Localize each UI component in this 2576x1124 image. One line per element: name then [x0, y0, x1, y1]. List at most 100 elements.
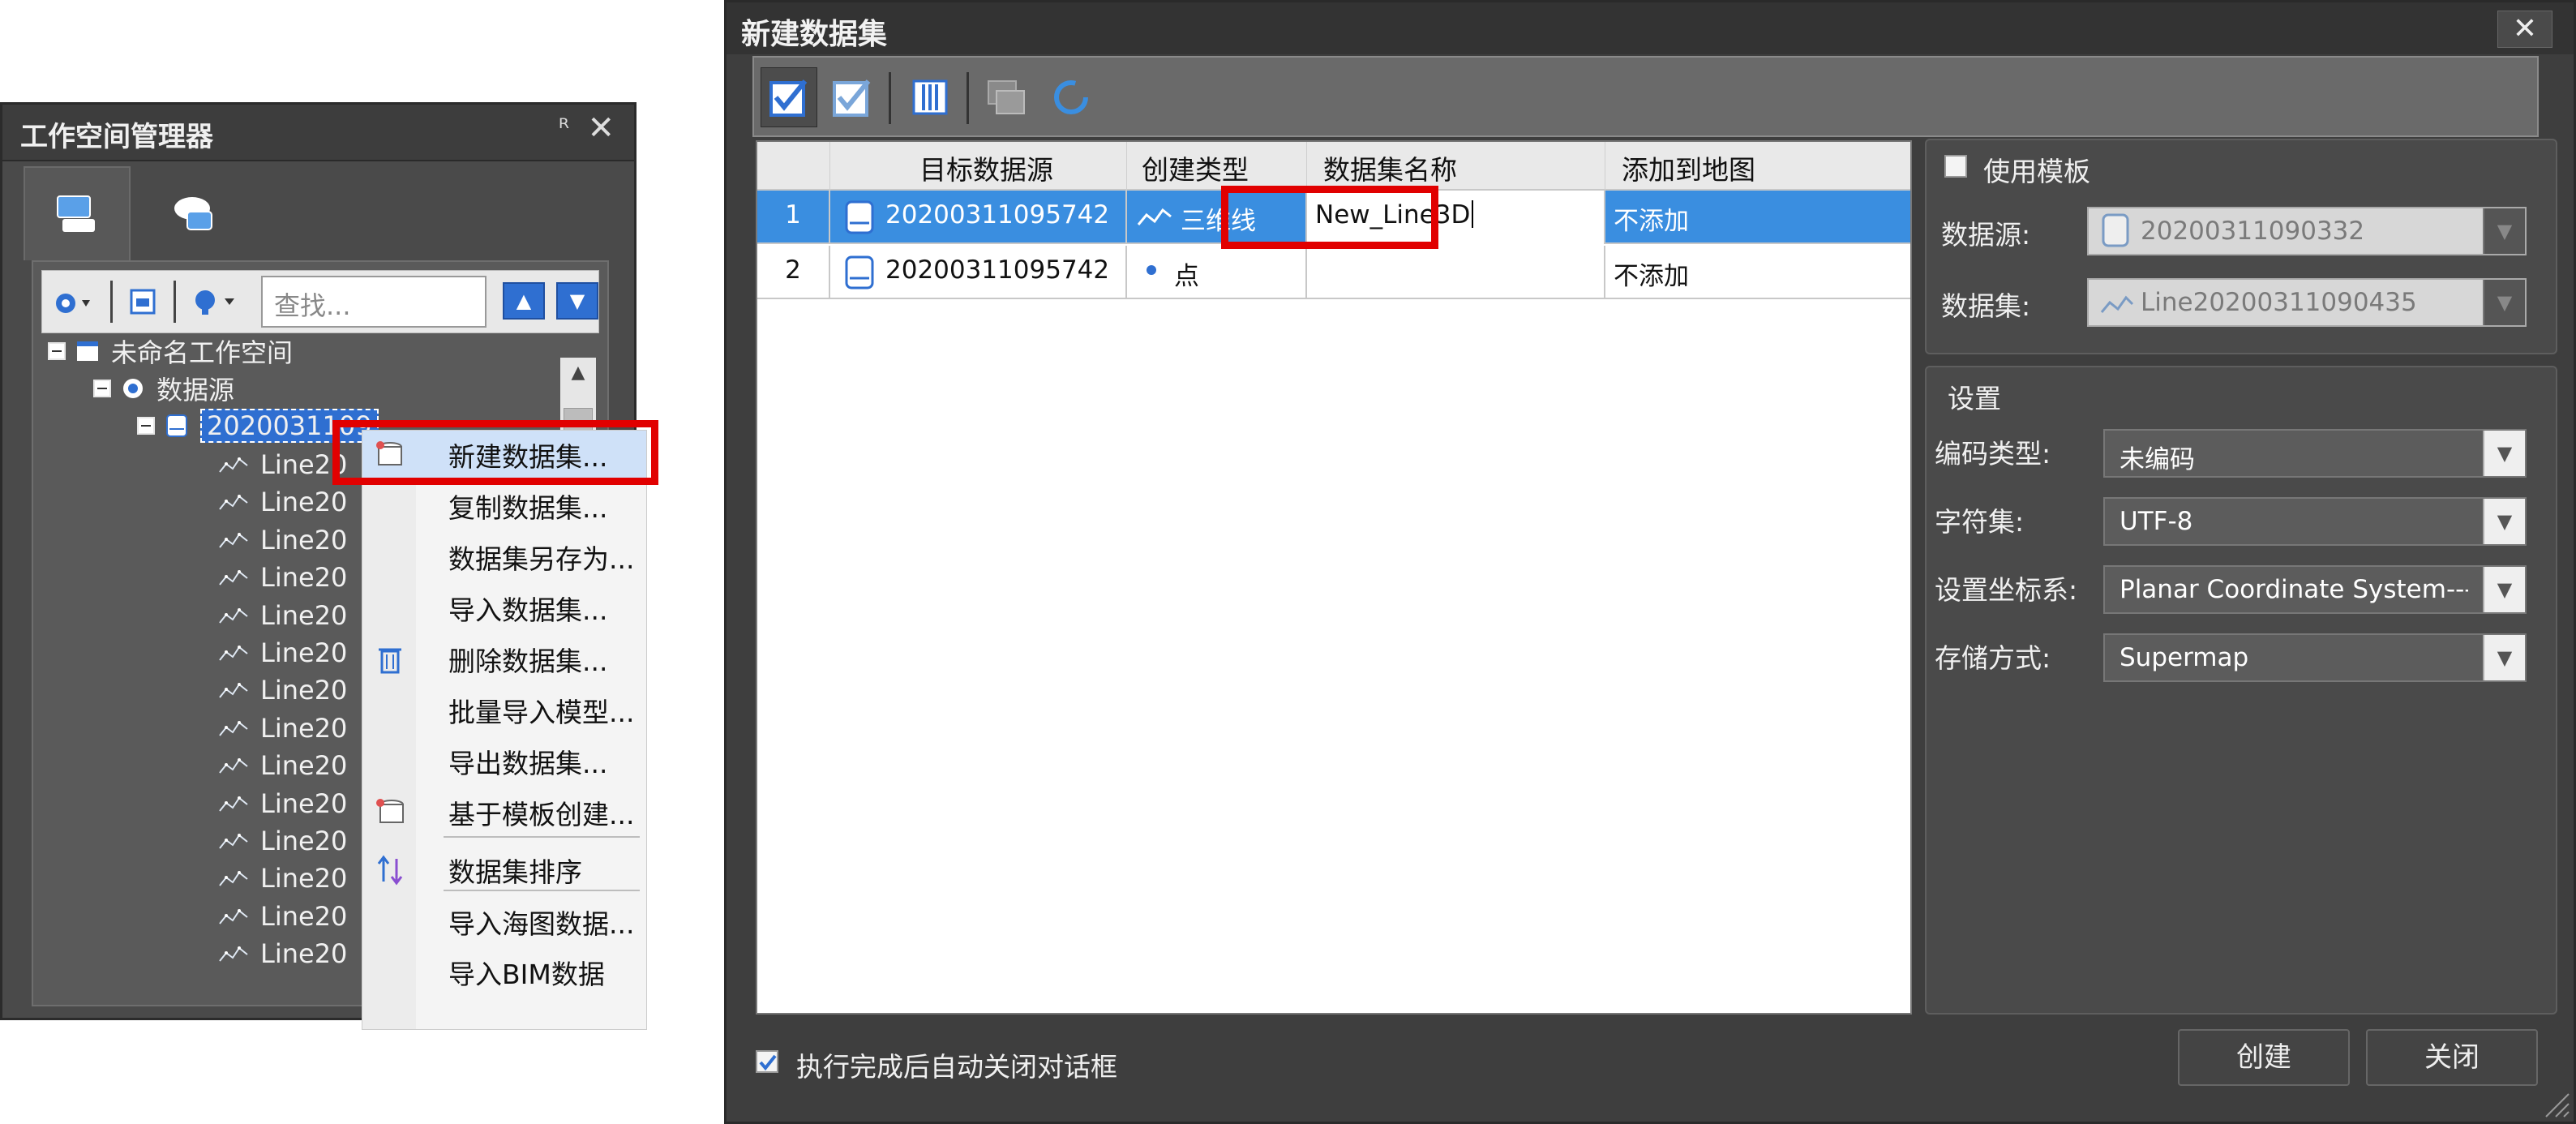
tree-node-label: Line20 [260, 826, 348, 856]
context-menu-item[interactable]: 批量导入模型... [362, 686, 646, 735]
chevron-down-icon[interactable]: ▼ [2483, 567, 2525, 612]
template-datasource-select[interactable]: 20200311090332 ▼ [2087, 207, 2527, 255]
refresh-button[interactable] [1043, 67, 1099, 127]
open-dropdown-icon[interactable] [50, 282, 96, 321]
context-menu-item[interactable]: 数据集排序 [362, 846, 646, 894]
row-add-to-map-cell[interactable]: 不添加 [1605, 191, 1910, 244]
tree-node-dataset[interactable]: Line20 [218, 672, 347, 708]
line3d-icon [1137, 208, 1172, 225]
grid-header-type[interactable]: 创建类型 [1127, 142, 1307, 191]
chevron-down-icon[interactable]: ▼ [2483, 635, 2525, 680]
row-add-to-map: 不添加 [1614, 207, 1689, 236]
locate-dropdown-icon[interactable] [186, 282, 243, 321]
tree-node-dataset[interactable]: Line20 [218, 786, 347, 822]
search-up-button[interactable]: ▲ [503, 282, 545, 320]
context-menu-item[interactable]: 导入数据集... [362, 584, 646, 633]
line-dataset-icon [219, 495, 248, 511]
storage-label: 存储方式: [1935, 642, 2051, 674]
line-dataset-icon [2100, 295, 2134, 313]
tree-node-label: Line20 [260, 637, 348, 668]
invert-select-button[interactable] [824, 67, 881, 127]
tree-node-dataset[interactable]: Line20 [218, 447, 347, 483]
charset-value: UTF-8 [2120, 507, 2193, 536]
column-settings-button[interactable] [902, 67, 958, 127]
tree-node-dataset[interactable]: Line20 [218, 484, 347, 520]
close-icon[interactable]: ✕ [587, 109, 615, 147]
context-menu-item[interactable]: 删除数据集... [362, 635, 646, 684]
context-menu-item-label: 数据集排序 [448, 856, 582, 888]
dataset-name-input[interactable] [1307, 246, 1605, 299]
row-datasource-cell[interactable]: 20200311095742 [830, 191, 1127, 244]
table-row[interactable]: 2 20200311095742 点 不添加 [757, 246, 1910, 299]
tree-node-label: Line20 [260, 599, 348, 631]
tree-node-dataset[interactable]: Line20 [218, 598, 347, 633]
create-button[interactable]: 创建 [2178, 1029, 2350, 1086]
search-down-button[interactable]: ▼ [556, 282, 598, 320]
use-template-checkbox[interactable] [1944, 155, 1967, 178]
tree-node-dataset[interactable]: Line20 [218, 899, 347, 934]
context-menu-item[interactable]: 导入BIM数据 [362, 948, 646, 997]
encoding-select[interactable]: 未编码 ▼ [2103, 429, 2527, 478]
tree-node-dataset[interactable]: Line20 [218, 860, 347, 896]
context-menu-item[interactable]: 数据集另存为... [362, 533, 646, 581]
delete-rows-icon [988, 80, 1025, 114]
pin-icon[interactable]: ᴿ [559, 114, 569, 143]
settings-group: 设置 编码类型: 未编码 ▼ 字符集: UTF-8 ▼ 设置坐标系: Plana… [1925, 366, 2557, 1015]
resize-grip-icon[interactable] [2541, 1089, 2570, 1118]
row-add-to-map-cell[interactable]: 不添加 [1605, 246, 1910, 299]
dialog-titlebar: 新建数据集 ✕ [727, 2, 2574, 54]
tree-node-label: Line20 [260, 562, 348, 594]
import-icon[interactable] [123, 282, 162, 321]
search-input[interactable]: 查找... [261, 276, 486, 328]
tree-node-dataset[interactable]: Line20 [218, 522, 347, 558]
tree-node-dataset[interactable]: Line20 [218, 560, 347, 595]
template-dataset-icon [374, 796, 406, 829]
collapse-icon[interactable] [48, 342, 66, 360]
row-datasource: 20200311095742 [885, 200, 1110, 230]
charset-select[interactable]: UTF-8 ▼ [2103, 497, 2527, 546]
delete-rows-button[interactable] [979, 67, 1036, 127]
context-menu-item[interactable]: 基于模板创建... [362, 788, 646, 837]
tree-node-dataset[interactable]: Line20 [218, 710, 347, 746]
grid-header-name[interactable]: 数据集名称 [1307, 142, 1605, 191]
tree-node-dataset[interactable]: Line20 [218, 748, 347, 783]
chevron-down-icon[interactable]: ▼ [2483, 431, 2525, 476]
grid-header-add-to-map[interactable]: 添加到地图 [1605, 142, 1910, 191]
select-all-button[interactable] [761, 67, 817, 127]
context-menu: 新建数据集... 复制数据集... 数据集另存为... 导入数据集... 删除数据集..… [362, 430, 647, 1030]
dialog-close-footer-button[interactable]: 关闭 [2366, 1029, 2538, 1086]
tree-node-dataset[interactable]: Line20 [218, 635, 347, 671]
tree-node-dataset[interactable]: Line20 [218, 936, 347, 972]
panel-tabs [19, 166, 618, 260]
row-datasource-cell[interactable]: 20200311095742 [830, 246, 1127, 299]
dialog-close-button[interactable]: ✕ [2497, 11, 2552, 48]
collapse-icon[interactable] [137, 417, 155, 435]
chevron-down-icon[interactable]: ▼ [2483, 499, 2525, 544]
grid-header-index [757, 142, 830, 191]
context-menu-item[interactable]: 导出数据集... [362, 737, 646, 786]
template-dataset-select[interactable]: Line20200311090435 ▼ [2087, 278, 2527, 327]
scroll-up-icon[interactable]: ▲ [560, 363, 596, 398]
grid-header-datasource[interactable]: 目标数据源 [830, 142, 1127, 191]
charset-label: 字符集: [1935, 506, 2025, 538]
context-menu-item-label: 复制数据集... [448, 492, 608, 524]
coord-system-select[interactable]: Planar Coordinate System---m ▼ [2103, 565, 2527, 614]
context-menu-item[interactable]: 复制数据集... [362, 482, 646, 530]
tab-workspace[interactable] [24, 166, 131, 260]
settings-group-label: 设置 [1948, 383, 2001, 414]
line-dataset-icon [219, 607, 248, 624]
tree-node-workspace[interactable]: 未命名工作空间 [48, 333, 293, 369]
chevron-down-icon[interactable]: ▼ [2483, 208, 2525, 254]
storage-select[interactable]: Supermap ▼ [2103, 633, 2527, 682]
chevron-down-icon[interactable]: ▼ [2483, 280, 2525, 325]
tab-resources[interactable] [140, 166, 247, 260]
row-add-to-map: 不添加 [1614, 262, 1689, 291]
collapse-icon[interactable] [93, 380, 111, 397]
tree-node-datasources[interactable]: 数据源 [93, 371, 234, 406]
context-menu-item[interactable]: 导入海图数据... [362, 898, 646, 946]
row-type-cell[interactable]: 点 [1127, 246, 1307, 299]
auto-close-checkbox[interactable] [756, 1050, 778, 1073]
tree-node-dataset[interactable]: Line20 [218, 823, 347, 859]
panel-title: 工作空间管理器 [20, 121, 213, 153]
encoding-label: 编码类型: [1935, 438, 2051, 470]
